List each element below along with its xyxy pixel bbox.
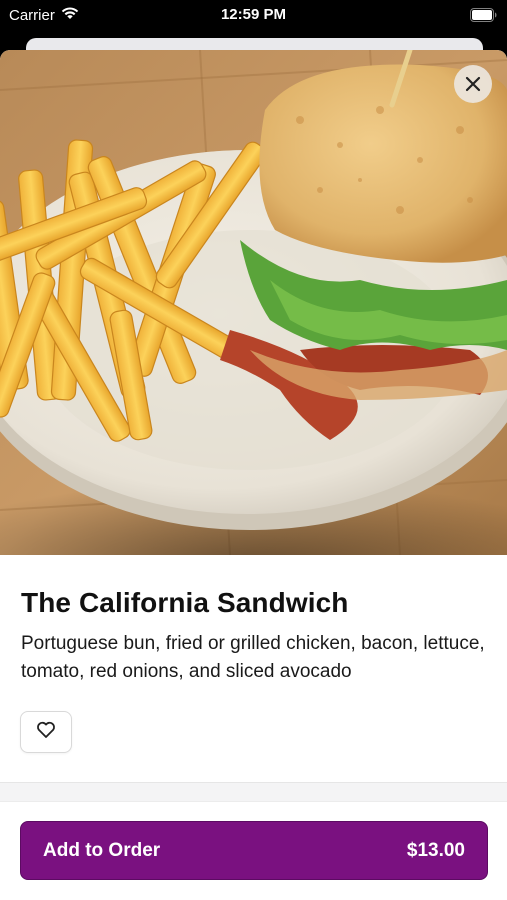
status-bar: Carrier 12:59 PM [0, 0, 507, 30]
heart-icon [36, 721, 56, 744]
close-icon [465, 76, 481, 92]
item-detail-sheet: The California Sandwich Portuguese bun, … [0, 50, 507, 900]
item-price: $13.00 [406, 839, 465, 861]
battery-icon [470, 8, 497, 22]
favorite-button[interactable] [20, 711, 72, 753]
add-to-order-button[interactable]: Add to Order $13.00 [20, 821, 488, 880]
item-title: The California Sandwich [21, 587, 349, 618]
item-description: Portuguese bun, fried or grilled chicken… [21, 633, 485, 682]
add-to-order-label: Add to Order [43, 839, 161, 861]
item-photo [0, 50, 507, 555]
close-button[interactable] [454, 65, 492, 103]
clock: 12:59 PM [220, 6, 287, 23]
section-divider [0, 782, 507, 802]
